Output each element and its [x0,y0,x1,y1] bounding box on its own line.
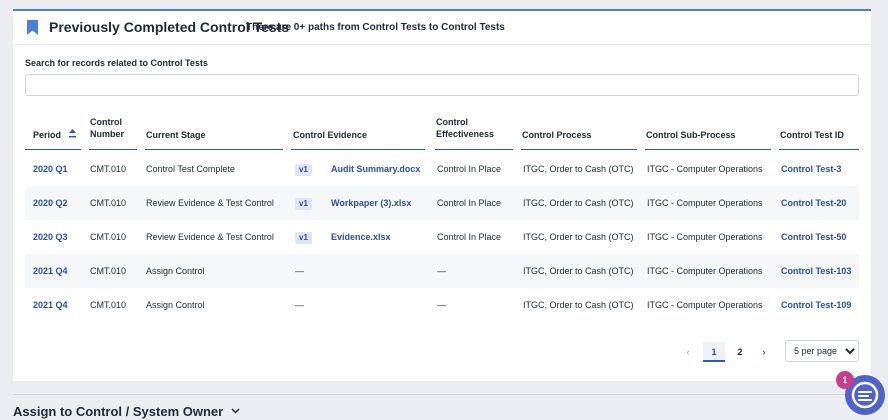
control-sub-process: ITGC - Computer Operations [647,232,763,242]
control-effectiveness: — [437,266,446,276]
table-row: 2020 Q2 CMT.010 Review Evidence & Test C… [25,186,859,220]
column-header-control-number[interactable]: Control Number [90,116,124,140]
control-sub-process: ITGC - Computer Operations [647,198,763,208]
control-test-id-link[interactable]: Control Test-103 [781,254,851,288]
control-number: CMT.010 [90,164,127,174]
panel-header: Previously Completed Control Tests There… [13,11,871,45]
control-test-id-link[interactable]: Control Test-20 [781,186,846,220]
table-row: 2021 Q4 CMT.010 Assign Control — — ITGC,… [25,254,859,288]
control-process: ITGC, Order to Cash (OTC) [523,232,634,242]
version-badge: v1 [295,232,312,244]
sort-icon[interactable] [68,129,76,139]
table-row: 2021 Q4 CMT.010 Assign Control — — ITGC,… [25,288,859,322]
notification-badge: 1 [836,371,854,389]
column-underline [145,149,283,150]
control-number: CMT.010 [90,266,127,276]
control-effectiveness: Control In Place [437,198,502,208]
current-stage: Assign Control [146,266,205,276]
control-sub-process: ITGC - Computer Operations [647,266,763,276]
per-page-select[interactable]: 5 per page [785,340,859,362]
column-header-current-stage[interactable]: Current Stage [146,129,206,141]
evidence-file-link[interactable]: Workpaper (3).xlsx [331,186,411,220]
column-header-control-effectiveness[interactable]: Control Effectiveness [436,116,494,140]
control-effectiveness: Control In Place [437,232,502,242]
column-header-control-sub-process[interactable]: Control Sub-Process [646,129,736,141]
period-link[interactable]: 2021 Q4 [33,288,68,322]
column-underline [645,149,771,150]
period-link[interactable]: 2020 Q1 [33,152,68,186]
column-header-period[interactable]: Period [33,129,76,141]
completed-control-tests-panel: Previously Completed Control Tests There… [13,9,871,381]
control-sub-process: ITGC - Computer Operations [647,300,763,310]
column-underline [435,149,513,150]
column-header-control-test-id[interactable]: Control Test ID [780,129,844,141]
prev-page-button[interactable]: ‹ [683,342,693,362]
control-effectiveness: — [437,300,446,310]
control-process: ITGC, Order to Cash (OTC) [523,266,634,276]
control-process: ITGC, Order to Cash (OTC) [523,164,634,174]
current-stage: Review Evidence & Test Control [146,232,274,242]
control-effectiveness: Control In Place [437,164,502,174]
control-test-id-link[interactable]: Control Test-3 [781,152,841,186]
current-stage: Assign Control [146,300,205,310]
bookmark-icon [27,20,38,35]
next-page-button[interactable]: › [757,342,771,362]
control-number: CMT.010 [90,300,127,310]
column-underline [291,149,425,150]
control-test-id-link[interactable]: Control Test-109 [781,288,851,322]
search-input[interactable] [25,74,859,96]
column-underline [779,149,859,150]
current-stage: Control Test Complete [146,164,235,174]
period-link[interactable]: 2021 Q4 [33,254,68,288]
table-row: 2020 Q1 CMT.010 Control Test Complete v1… [25,152,859,186]
control-test-id-link[interactable]: Control Test-50 [781,220,846,254]
column-underline [25,149,81,150]
column-underline [89,149,137,150]
period-link[interactable]: 2020 Q2 [33,186,68,220]
page-2-button[interactable]: 2 [730,342,750,362]
section-subtitle: There are 0+ paths from Control Tests to… [246,22,505,33]
period-link[interactable]: 2020 Q3 [33,220,68,254]
chevron-down-icon[interactable] [231,408,240,414]
column-underline [521,149,637,150]
control-process: ITGC, Order to Cash (OTC) [523,198,634,208]
evidence-file-link[interactable]: Evidence.xlsx [331,220,391,254]
column-header-control-evidence[interactable]: Control Evidence [293,129,367,141]
evidence-file-link[interactable]: Audit Summary.docx [331,152,420,186]
version-badge: v1 [295,164,312,176]
table-row: 2020 Q3 CMT.010 Review Evidence & Test C… [25,220,859,254]
section-divider [13,394,871,395]
control-number: CMT.010 [90,198,127,208]
next-section-header[interactable]: Assign to Control / System Owner [13,404,240,419]
page-1-button[interactable]: 1 [703,342,725,362]
next-section-title: Assign to Control / System Owner [13,404,224,419]
control-evidence-empty: — [295,266,304,276]
control-process: ITGC, Order to Cash (OTC) [523,300,634,310]
control-evidence-empty: — [295,300,304,310]
control-number: CMT.010 [90,232,127,242]
version-badge: v1 [295,198,312,210]
column-header-control-process[interactable]: Control Process [522,129,592,141]
current-stage: Review Evidence & Test Control [146,198,274,208]
control-sub-process: ITGC - Computer Operations [647,164,763,174]
search-label: Search for records related to Control Te… [25,58,208,68]
